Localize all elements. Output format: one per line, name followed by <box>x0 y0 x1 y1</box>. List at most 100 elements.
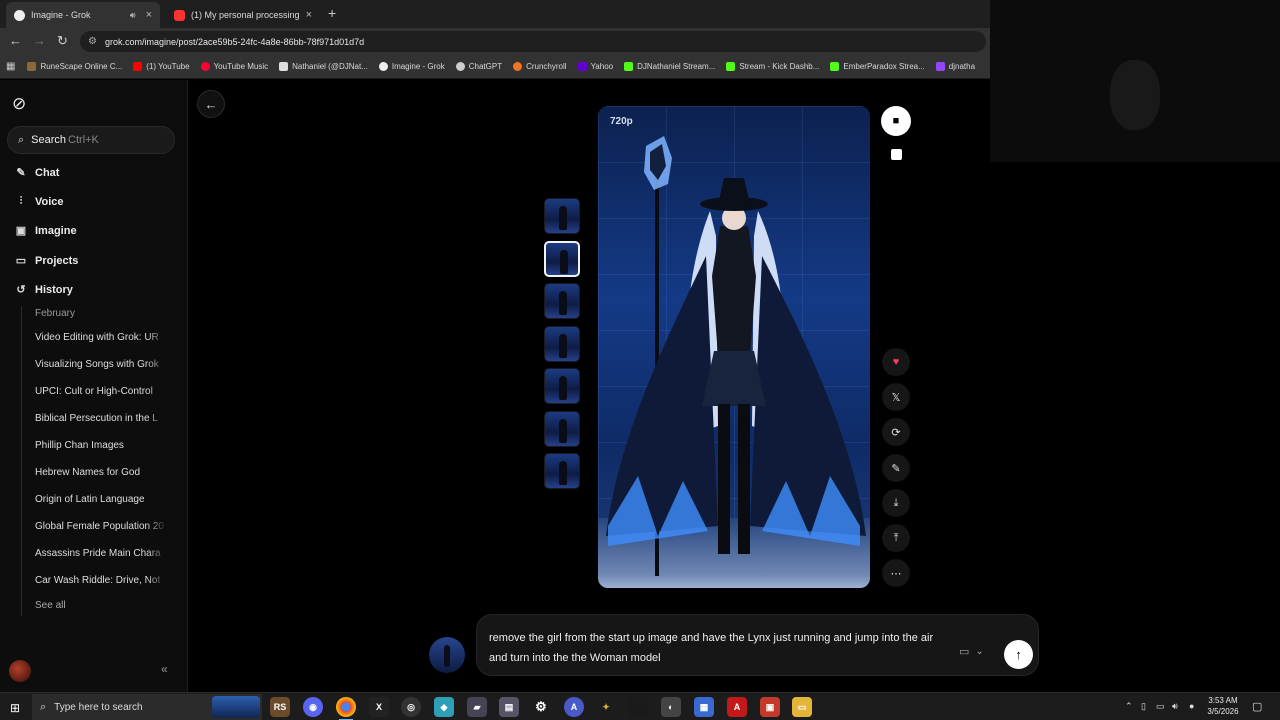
image-viewer[interactable]: 720p <box>598 106 870 588</box>
tray-app-icon[interactable]: ▯ <box>1141 701 1146 712</box>
bookmark[interactable]: YouTube Music <box>200 62 268 71</box>
app-icon[interactable]: A <box>564 697 584 717</box>
url-bar[interactable]: ⚙ grok.com/imagine/post/2ace59b5-24fc-4a… <box>80 31 986 52</box>
sidebar-item-history[interactable]: ↺ History <box>14 283 73 297</box>
speaker-icon[interactable]: 🔊︎ <box>130 10 136 21</box>
thumbnail-selected[interactable] <box>544 240 580 277</box>
bookmark[interactable]: Stream - Kick Dashb... <box>726 62 819 71</box>
app-icon[interactable]: ◐ <box>661 697 681 717</box>
app-icon[interactable]: ▰ <box>467 697 487 717</box>
see-all-link[interactable]: See all <box>35 600 66 611</box>
prompt-image-avatar[interactable] <box>429 637 465 673</box>
bookmark[interactable]: Nathaniel (@DJNat... <box>279 62 368 71</box>
amd-app-icon[interactable]: A <box>727 697 747 717</box>
history-item[interactable]: Phillip Chan Images <box>35 440 167 451</box>
grok-logo-icon[interactable]: ⊘ <box>12 94 26 114</box>
prompt-input[interactable]: remove the girl from the start up image … <box>489 628 939 668</box>
history-item[interactable]: Video Editing with Grok: UR <box>35 332 167 343</box>
history-item[interactable]: Visualizing Songs with Grok <box>35 359 167 370</box>
microphone-icon[interactable]: ● <box>1189 701 1194 711</box>
thumbnail[interactable] <box>544 453 580 489</box>
video-mode-button[interactable]: ■ <box>881 106 911 136</box>
browser-tab-bar: Imagine - Grok 🔊︎ × (1) My personal proc… <box>0 0 990 28</box>
thumbnail[interactable] <box>544 325 580 362</box>
search-button[interactable]: ⌕ Search Ctrl+K <box>7 126 175 154</box>
volume-icon[interactable]: 🔊︎ <box>1172 701 1178 712</box>
forward-arrow-icon[interactable]: → <box>33 33 46 48</box>
history-item[interactable]: Origin of Latin Language <box>35 494 167 505</box>
close-tab-icon[interactable]: × <box>306 9 312 21</box>
site-info-icon[interactable]: ⚙ <box>88 36 97 47</box>
thumbnail[interactable] <box>544 368 580 404</box>
prompt-composer[interactable]: remove the girl from the start up image … <box>476 614 1039 676</box>
bookmark[interactable]: ChatGPT <box>455 62 502 71</box>
bookmark-label: Yahoo <box>590 62 614 71</box>
image-mode-button[interactable] <box>882 140 910 168</box>
history-item[interactable]: Assassins Pride Main Chara <box>35 548 167 559</box>
new-tab-icon[interactable]: + <box>328 5 336 21</box>
edit-image-button[interactable]: ✎ <box>882 454 910 482</box>
app-icon[interactable] <box>629 697 649 717</box>
reload-icon[interactable]: ↻ <box>57 33 68 49</box>
download-button[interactable]: ⤓ <box>882 489 910 517</box>
chrome-app-icon[interactable] <box>336 697 356 720</box>
history-item[interactable]: UPCI: Cult or High-Control <box>35 386 167 397</box>
history-item[interactable]: Biblical Persecution in the L <box>35 413 167 424</box>
apps-grid-icon[interactable]: ▦ <box>6 61 15 72</box>
discord-app-icon[interactable]: ◉ <box>303 697 323 717</box>
send-button[interactable]: ↑ <box>1004 640 1033 669</box>
search-icon: ⌕ <box>18 133 25 146</box>
sidebar-item-projects[interactable]: ▭ Projects <box>14 254 79 268</box>
taskbar-clock[interactable]: 3:53 AM 3/5/2026 <box>1204 695 1242 717</box>
app-icon[interactable]: ▤ <box>499 697 519 717</box>
tab-youtube[interactable]: (1) My personal processing on × <box>166 2 320 28</box>
tab-imagine-grok[interactable]: Imagine - Grok 🔊︎ × <box>6 2 160 28</box>
thumbnail[interactable] <box>544 198 580 234</box>
history-item[interactable]: Car Wash Riddle: Drive, Not <box>35 575 167 586</box>
back-arrow-icon[interactable]: ← <box>9 33 22 48</box>
history-item[interactable]: Hebrew Names for God <box>35 467 167 478</box>
taskbar-search[interactable]: ⌕ Type here to search <box>32 694 262 720</box>
sidebar-item-label: Voice <box>35 195 64 208</box>
more-options-button[interactable]: ⋯ <box>882 559 910 587</box>
collapse-sidebar-icon[interactable]: « <box>161 662 168 676</box>
thumbnail[interactable] <box>544 283 580 319</box>
app-icon[interactable]: ▣ <box>760 697 780 717</box>
bookmark[interactable]: Crunchyroll <box>513 62 567 71</box>
heart-icon: ♥ <box>892 356 900 368</box>
bookmark[interactable]: (1) YouTube <box>133 62 190 71</box>
obs-app-icon[interactable]: ◎ <box>401 697 421 717</box>
sidebar-item-voice[interactable]: ⫶ Voice <box>14 195 64 208</box>
sidebar-item-imagine[interactable]: ▣ Imagine <box>14 224 77 238</box>
app-icon[interactable]: ✦ <box>596 697 616 717</box>
bookmark[interactable]: djnatha <box>935 62 975 71</box>
avatar[interactable] <box>9 660 31 682</box>
back-button[interactable]: ← <box>197 90 225 118</box>
character-illustration <box>606 136 866 576</box>
upload-button[interactable]: ⤒ <box>882 524 910 552</box>
network-icon[interactable]: ▭ <box>1156 701 1165 712</box>
mode-selector[interactable]: ▭ ⌄ <box>959 645 984 658</box>
sticky-app-icon[interactable]: ◆ <box>434 697 454 717</box>
settings-gear-icon[interactable]: ⚙ <box>531 697 551 717</box>
tray-chevron-icon[interactable]: ⌃ <box>1125 701 1133 712</box>
bookmark[interactable]: EmberParadox Strea... <box>830 62 925 71</box>
bookmark[interactable]: Yahoo <box>577 62 614 71</box>
taskbar-search-placeholder: Type here to search <box>54 701 143 713</box>
windows-start-icon[interactable]: ⊞ <box>10 701 20 715</box>
history-item[interactable]: Global Female Population 20 <box>35 521 167 532</box>
runescape-app-icon[interactable]: RS <box>270 697 290 717</box>
thumbnail[interactable] <box>544 410 580 447</box>
share-x-button[interactable]: 𝕏 <box>882 383 910 411</box>
like-button[interactable]: ♥ <box>882 348 910 376</box>
regenerate-button[interactable]: ⟳ <box>882 418 910 446</box>
bookmark[interactable]: RuneScape Online C... <box>27 62 122 71</box>
calculator-app-icon[interactable]: ▦ <box>694 697 714 717</box>
sidebar-item-chat[interactable]: ✎ Chat <box>14 166 59 180</box>
close-tab-icon[interactable]: × <box>146 9 152 21</box>
file-explorer-icon[interactable]: ▭ <box>792 697 812 717</box>
xsplit-app-icon[interactable]: X <box>369 697 389 717</box>
notifications-icon[interactable]: ▢ <box>1252 700 1262 713</box>
bookmark[interactable]: Imagine - Grok <box>378 62 445 71</box>
bookmark[interactable]: DJNathaniel Stream... <box>624 62 715 71</box>
